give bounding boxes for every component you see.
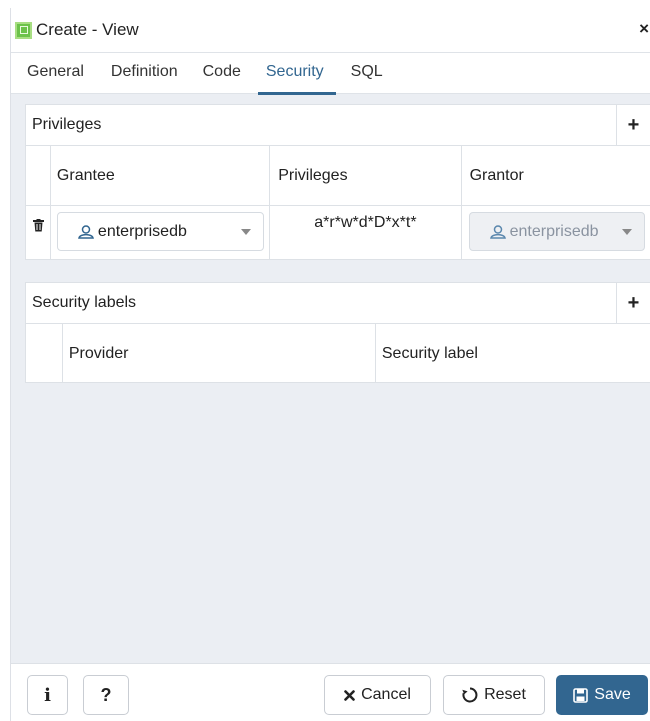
security-labels-panel: Security labels + Provider Security labe… bbox=[25, 282, 650, 383]
tab-code[interactable]: Code bbox=[203, 53, 241, 94]
add-icon: + bbox=[627, 113, 640, 136]
dialog-footer: i ? Cancel Reset Save bbox=[11, 663, 650, 721]
security-labels-title: Security labels bbox=[32, 294, 137, 311]
tab-bar: General Definition Code Security SQL bbox=[11, 52, 650, 95]
column-header-provider: Provider bbox=[63, 324, 376, 383]
close-icon[interactable]: × bbox=[639, 20, 649, 37]
grantor-select: enterprisedb bbox=[468, 212, 645, 251]
user-icon bbox=[77, 224, 94, 239]
grantor-value: enterprisedb bbox=[509, 222, 599, 240]
privileges-panel: Privileges + Grantee Privileges Grantor bbox=[25, 104, 650, 260]
save-button[interactable]: Save bbox=[556, 675, 648, 715]
reset-button[interactable]: Reset bbox=[443, 675, 545, 715]
cancel-label: Cancel bbox=[361, 686, 411, 703]
tab-general[interactable]: General bbox=[27, 53, 84, 94]
security-labels-column-header-row: Provider Security label bbox=[26, 324, 650, 383]
column-header-security-label: Security label bbox=[381, 344, 478, 362]
tab-definition[interactable]: Definition bbox=[111, 53, 178, 94]
grantee-select[interactable]: enterprisedb bbox=[56, 212, 264, 251]
column-header-privileges: Privileges bbox=[270, 146, 462, 205]
tab-security[interactable]: Security bbox=[257, 53, 336, 95]
privileges-header: Privileges + bbox=[26, 105, 650, 146]
delete-icon[interactable] bbox=[33, 219, 44, 232]
chevron-down-icon bbox=[621, 229, 632, 235]
help-icon: ? bbox=[100, 684, 112, 705]
create-view-dialog: Create - View × General Definition Code … bbox=[10, 8, 650, 721]
reset-label: Reset bbox=[484, 686, 526, 703]
cancel-icon bbox=[344, 689, 355, 701]
privileges-title: Privileges bbox=[32, 116, 102, 133]
grantee-value: enterprisedb bbox=[97, 222, 187, 240]
save-label: Save bbox=[594, 686, 631, 703]
save-icon bbox=[573, 687, 589, 703]
dialog-title: Create - View bbox=[36, 20, 139, 39]
cancel-button[interactable]: Cancel bbox=[324, 675, 431, 715]
add-icon: + bbox=[627, 291, 640, 314]
chevron-down-icon bbox=[240, 229, 251, 235]
grantee-cell: enterprisedb bbox=[51, 206, 271, 259]
info-button[interactable]: i bbox=[27, 675, 68, 715]
column-header-grantor: Grantor bbox=[469, 166, 524, 184]
add-security-label-button[interactable]: + bbox=[616, 283, 650, 323]
tab-sql[interactable]: SQL bbox=[351, 53, 383, 94]
help-button[interactable]: ? bbox=[83, 675, 129, 715]
row-delete-cell bbox=[26, 206, 51, 259]
title-bar[interactable]: Create - View × bbox=[11, 8, 650, 52]
add-privilege-button[interactable]: + bbox=[616, 105, 650, 145]
reset-icon bbox=[462, 687, 478, 703]
column-header-grantee: Grantee bbox=[51, 146, 271, 205]
security-labels-header: Security labels + bbox=[26, 283, 650, 324]
view-app-icon bbox=[15, 21, 32, 39]
info-icon: i bbox=[44, 684, 51, 706]
table-row: enterprisedb a*r*w*d*D*x*t* enterprisedb bbox=[26, 206, 650, 259]
privileges-column-header-row: Grantee Privileges Grantor bbox=[26, 146, 650, 206]
column-header-actions bbox=[26, 324, 63, 383]
grantor-cell: enterprisedb bbox=[462, 206, 650, 259]
user-icon bbox=[489, 224, 506, 239]
column-header-actions bbox=[26, 146, 51, 205]
privileges-value[interactable]: a*r*w*d*D*x*t* bbox=[270, 206, 462, 259]
